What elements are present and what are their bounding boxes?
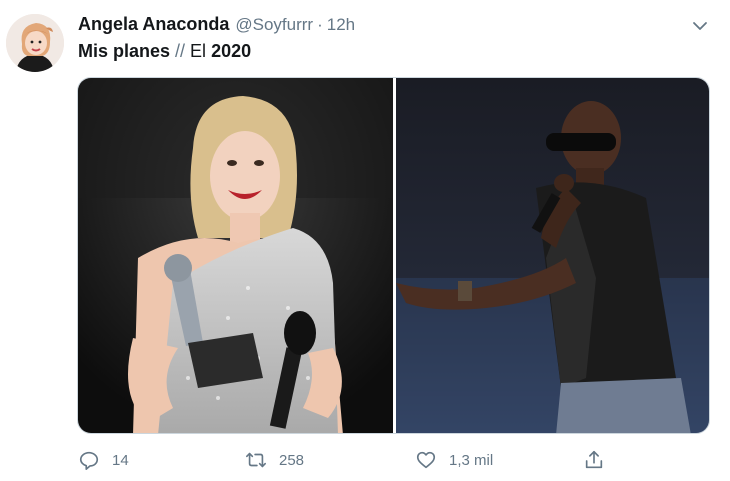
share-icon [585, 450, 603, 469]
tweet-header: Angela Anaconda @Soyfurrr · 12h [78, 14, 355, 36]
tweet-text-part2: El [190, 41, 207, 61]
tweet-text-part3: 2020 [211, 41, 252, 61]
tweet-media [77, 77, 710, 434]
avatar[interactable] [6, 14, 64, 72]
display-name[interactable]: Angela Anaconda [78, 14, 229, 35]
reply-icon [79, 451, 99, 470]
reply-button[interactable]: 14 [78, 446, 129, 474]
tweet-text-separator: // [175, 41, 186, 61]
tweet-actions: 14 258 1,3 mil [0, 446, 730, 474]
heart-icon [416, 451, 436, 469]
retweet-button[interactable]: 258 [245, 446, 304, 474]
timestamp[interactable]: 12h [327, 15, 355, 35]
retweet-icon [246, 452, 266, 468]
tweet-text: Mis planes//El 2020 [78, 41, 251, 62]
chevron-down-icon[interactable] [690, 16, 710, 36]
share-button[interactable] [583, 446, 605, 474]
reply-count: 14 [112, 451, 129, 469]
tweet-card[interactable]: Angela Anaconda @Soyfurrr · 12h Mis plan… [0, 0, 730, 481]
photo-right-image [395, 78, 709, 433]
separator-dot: · [317, 15, 323, 34]
like-button[interactable]: 1,3 mil [415, 446, 493, 474]
tweet-text-part1: Mis planes [78, 41, 171, 61]
retweet-count: 258 [279, 451, 305, 469]
like-count: 1,3 mil [449, 451, 494, 469]
photo-left-image [78, 78, 393, 433]
user-handle[interactable]: @Soyfurrr [235, 15, 313, 35]
photo-man-with-microphone[interactable] [395, 78, 709, 433]
photo-woman-with-award[interactable] [78, 78, 393, 433]
avatar-image [6, 14, 64, 72]
